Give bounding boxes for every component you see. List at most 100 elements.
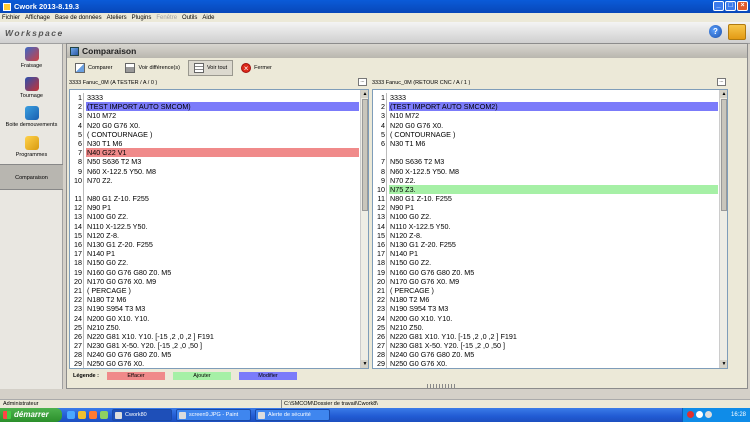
code-line[interactable]: 16 N130 G1 Z-20. F255	[70, 240, 368, 250]
code-line[interactable]: 21 ( PERCAGE )	[373, 285, 727, 296]
code-line[interactable]: 29 N250 G0 G76 X0.	[373, 359, 727, 368]
code-line[interactable]	[70, 184, 368, 195]
code-line[interactable]: 27 N230 G81 X-50. Y20. [-15 ,2 ,0 ,50 ]	[373, 341, 727, 351]
code-line[interactable]: 29 N250 G0 G76 X0.	[70, 359, 368, 368]
code-line[interactable]: 25 N210 Z50.	[373, 322, 727, 332]
code-line[interactable]: 17 N140 P1	[373, 249, 727, 259]
code-line[interactable]: 12 N90 P1	[373, 203, 727, 213]
quicklaunch-folder-icon[interactable]	[78, 411, 86, 419]
code-line[interactable]: 24 N200 G0 X10. Y10.	[373, 313, 727, 323]
sidebar-item-comparaison[interactable]: Comparaison	[0, 164, 63, 190]
code-line[interactable]: 19 N160 G0 G76 G80 Z0. M5	[70, 267, 368, 277]
code-line[interactable]: 11 N80 G1 Z-10. F255	[70, 194, 368, 204]
code-line[interactable]: 19 N160 G0 G76 G80 Z0. M5	[373, 267, 727, 277]
right-code-view[interactable]: 1 3333 2 (TEST IMPORT AUTO SMCOM2) 3 N10 M72 4…	[372, 89, 728, 369]
menu-plugins[interactable]: Plugins	[132, 15, 152, 21]
code-line[interactable]: 10 N75 Z3.	[373, 184, 727, 195]
sidebar-item-boite[interactable]: Boite demouvements	[0, 106, 63, 136]
code-line[interactable]: 2 (TEST IMPORT AUTO SMCOM)	[70, 102, 368, 112]
code-line[interactable]: 23 N190 S954 T3 M3	[70, 304, 368, 314]
code-line[interactable]: 12 N90 P1	[70, 203, 368, 213]
code-line[interactable]: 5 ( CONTOURNAGE )	[373, 129, 727, 139]
left-file-browse-button[interactable]: ...	[358, 78, 367, 86]
code-line[interactable]: 20 N170 G0 G76 X0. M9	[373, 276, 727, 286]
code-line[interactable]: 25 N210 Z50.	[70, 322, 368, 332]
network-icon[interactable]	[696, 411, 703, 418]
code-line[interactable]: 5 ( CONTOURNAGE )	[70, 129, 368, 139]
code-line[interactable]: 9 N70 Z2.	[373, 175, 727, 185]
menu-base-de-donnees[interactable]: Base de données	[55, 15, 102, 21]
code-line[interactable]: 6 N30 T1 M6	[70, 138, 368, 149]
code-line[interactable]: 7 N50 S636 T2 M3	[373, 157, 727, 167]
code-line[interactable]: 28 N240 G0 G76 G80 Z0. M5	[70, 350, 368, 360]
security-alert-icon[interactable]	[687, 411, 694, 418]
code-line[interactable]: 3 N10 M72	[70, 111, 368, 121]
help-icon[interactable]: ?	[709, 25, 722, 38]
left-scroll-thumb[interactable]	[362, 99, 368, 211]
left-scrollbar[interactable]: ▲ ▼	[360, 90, 368, 368]
quicklaunch-media-icon[interactable]	[89, 411, 97, 419]
code-line[interactable]: 17 N140 P1	[70, 249, 368, 259]
splitter-handle[interactable]	[427, 384, 457, 388]
code-line[interactable]: 23 N190 S954 T3 M3	[373, 304, 727, 314]
show-differences-button[interactable]: Voir différence(s)	[120, 60, 184, 76]
start-button[interactable]: démarrer	[0, 408, 62, 422]
task-security-alert[interactable]: Alerte de sécurité	[255, 409, 330, 421]
code-line[interactable]: 15 N120 Z-8.	[373, 230, 727, 240]
code-line[interactable]: 14 N110 X-122.5 Y50.	[70, 221, 368, 231]
scroll-up-arrow-icon[interactable]: ▲	[361, 90, 368, 98]
code-line[interactable]: 2 (TEST IMPORT AUTO SMCOM2)	[373, 102, 727, 112]
menu-aide[interactable]: Aide	[202, 15, 214, 21]
code-line[interactable]: 22 N180 T2 M6	[373, 295, 727, 305]
scroll-up-arrow-icon[interactable]: ▲	[720, 90, 727, 98]
code-line[interactable]: 8 N50 S636 T2 M3	[70, 157, 368, 167]
code-line[interactable]: 1 3333	[373, 93, 727, 103]
scroll-down-arrow-icon[interactable]: ▼	[361, 360, 368, 368]
right-scrollbar[interactable]: ▲ ▼	[719, 90, 727, 368]
code-line[interactable]: 21 ( PERCAGE )	[70, 285, 368, 296]
code-line[interactable]: 3 N10 M72	[373, 111, 727, 121]
scroll-down-arrow-icon[interactable]: ▼	[720, 360, 727, 368]
code-line[interactable]: 15 N120 Z-8.	[70, 230, 368, 240]
code-line[interactable]: 27 N230 G81 X-50. Y20. [-15 ,2 ,0 ,50 ]	[70, 341, 368, 351]
code-line[interactable]: 18 N150 G0 Z2.	[70, 258, 368, 268]
code-line[interactable]: 4 N20 G0 G76 X0.	[70, 120, 368, 130]
compare-button[interactable]: Comparer	[70, 60, 117, 76]
code-line[interactable]	[373, 148, 727, 158]
right-file-browse-button[interactable]: ...	[717, 78, 726, 86]
menu-fichier[interactable]: Fichier	[2, 15, 20, 21]
left-code-view[interactable]: 1 3333 2 (TEST IMPORT AUTO SMCOM) 3 N10 M72 4 N…	[69, 89, 369, 369]
code-line[interactable]: 6 N30 T1 M6	[373, 138, 727, 149]
code-line[interactable]: 26 N220 G81 X10. Y10. [-15 ,2 ,0 ,2 ] F19…	[373, 331, 727, 342]
code-line[interactable]: 13 N100 G0 Z2.	[70, 212, 368, 222]
task-paint[interactable]: screen9.JPG - Paint	[176, 409, 251, 421]
code-line[interactable]: 28 N240 G0 G76 G80 Z0. M5	[373, 350, 727, 360]
code-line[interactable]: 14 N110 X-122.5 Y50.	[373, 221, 727, 231]
code-line[interactable]: 20 N170 G0 G76 X0. M9	[70, 276, 368, 286]
menu-outils[interactable]: Outils	[182, 15, 197, 21]
code-line[interactable]: 11 N80 G1 Z-10. F255	[373, 194, 727, 204]
maximize-button[interactable]: □	[725, 1, 736, 11]
close-window-button[interactable]: ×	[737, 1, 748, 11]
sidebar-item-programmes[interactable]: Programmes	[0, 136, 63, 166]
close-panel-button[interactable]: × Fermer	[236, 60, 277, 76]
quicklaunch-browser-icon[interactable]	[67, 411, 75, 419]
quicklaunch-desktop-icon[interactable]	[100, 411, 108, 419]
code-line[interactable]: 4 N20 G0 G76 X0.	[373, 120, 727, 130]
right-scroll-thumb[interactable]	[721, 99, 727, 211]
code-line[interactable]: 22 N180 T2 M6	[70, 295, 368, 305]
show-all-button[interactable]: Voir tout	[187, 59, 234, 76]
sidebar-item-tournage[interactable]: Tournage	[0, 77, 63, 107]
code-line[interactable]: 16 N130 G1 Z-20. F255	[373, 240, 727, 250]
minimize-button[interactable]: _	[713, 1, 724, 11]
code-line[interactable]: 10 N70 Z2.	[70, 175, 368, 185]
code-line[interactable]: 13 N100 G0 Z2.	[373, 212, 727, 222]
code-line[interactable]: 8 N60 X-122.5 Y50. M8	[373, 166, 727, 176]
volume-icon[interactable]	[705, 411, 712, 418]
tools-icon[interactable]	[728, 24, 746, 40]
code-line[interactable]: 1 3333	[70, 93, 368, 103]
sidebar-item-fraisage[interactable]: Fraisage	[0, 47, 63, 77]
code-line[interactable]: 26 N220 G81 X10. Y10. [-15 ,2 ,0 ,2 ] F19…	[70, 331, 368, 342]
task-cwork80[interactable]: Cwork80	[112, 409, 172, 421]
menu-ateliers[interactable]: Ateliers	[107, 15, 127, 21]
